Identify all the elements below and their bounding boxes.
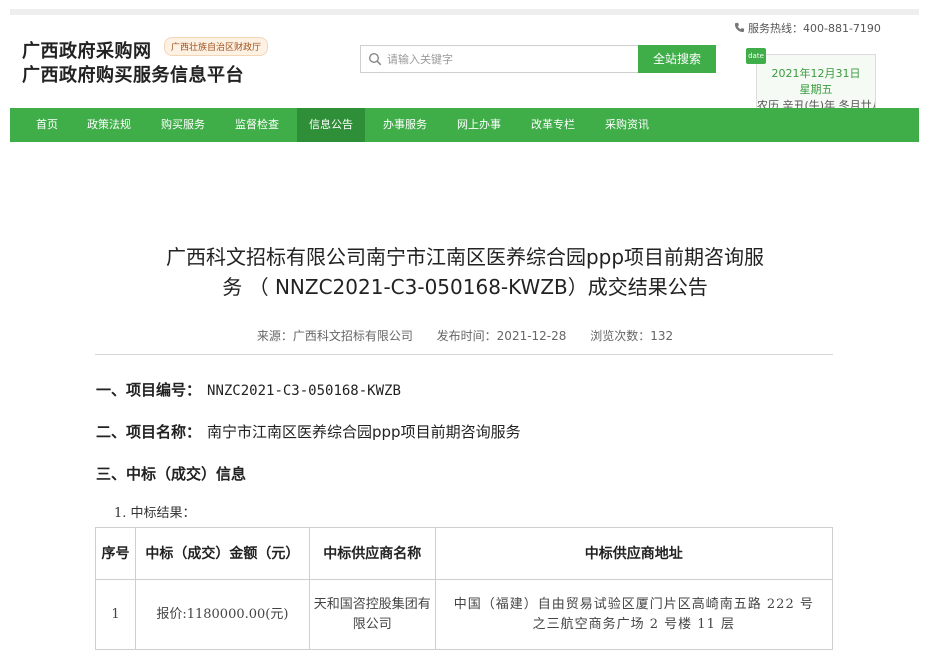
col-address: 中标供应商地址 [434, 527, 834, 580]
title-line-1: 广西科文招标有限公司南宁市江南区医养综合园ppp项目前期咨询服 [165, 245, 765, 269]
award-table: 序号 中标（成交）金额（元） 中标供应商名称 中标供应商地址 1 报价:1180… [95, 527, 834, 650]
hotline: 服务热线：400-881-7190 [734, 20, 881, 36]
project-number: NNZC2021-C3-050168-KWZB [207, 383, 401, 399]
cell-amount: 报价:1180000.00(元) [134, 579, 310, 650]
search-icon [368, 52, 382, 66]
article-source: 来源：广西科文招标有限公司 [256, 329, 413, 343]
col-index: 序号 [95, 527, 136, 580]
nav-item-announcements[interactable]: 信息公告 [297, 108, 365, 142]
date-weekday: 星期五 [799, 83, 833, 96]
nav-item-supervision[interactable]: 监督检查 [223, 108, 291, 142]
date-widget: 2021年12月31日 星期五 农历 辛丑(牛)年 冬月廿八 [756, 54, 876, 110]
main-nav: 首页 政策法规 购买服务 监督检查 信息公告 办事服务 网上办事 改革专栏 采购… [10, 108, 919, 142]
divider [95, 354, 833, 355]
col-amount: 中标（成交）金额（元） [134, 527, 310, 580]
publish-time: 发布时间：2021-12-28 [436, 329, 567, 343]
phone-icon [734, 22, 745, 33]
date-gregorian: 2021年12月31日 [771, 67, 861, 80]
article: 广西科文招标有限公司南宁市江南区医养综合园ppp项目前期咨询服 务 （ NNZC… [0, 142, 929, 672]
title-line-2: 务 （ NNZC2021-C3-050168-KWZB）成交结果公告 [222, 275, 708, 299]
nav-item-news[interactable]: 采购资讯 [593, 108, 661, 142]
search-input[interactable] [387, 46, 635, 72]
site-search-button[interactable]: 全站搜索 [638, 45, 716, 73]
view-count: 浏览次数：132 [590, 329, 674, 343]
section-award-info: 三、中标（成交）信息 [96, 463, 246, 484]
nav-item-online[interactable]: 网上办事 [445, 108, 513, 142]
dept-badge: 广西壮族自治区财政厅 [164, 37, 269, 56]
site-name[interactable]: 广西政府采购网 [22, 37, 152, 63]
section-label: 三、中标（成交）信息 [96, 465, 247, 483]
section-label: 一、项目编号： [96, 381, 202, 399]
calendar-icon: date [746, 48, 766, 64]
cell-address: 中国（福建）自由贸易试验区厦门片区高崎南五路 222 号之三航空商务广场 2 号… [434, 579, 834, 650]
nav-item-purchase-service[interactable]: 购买服务 [149, 108, 217, 142]
nav-item-reform[interactable]: 改革专栏 [519, 108, 587, 142]
table-row: 1 报价:1180000.00(元) 天和国咨控股集团有限公司 中国（福建）自由… [95, 579, 834, 650]
article-title: 广西科文招标有限公司南宁市江南区医养综合园ppp项目前期咨询服 务 （ NNZC… [100, 242, 830, 302]
nav-item-home[interactable]: 首页 [24, 108, 70, 142]
table-header-row: 序号 中标（成交）金额（元） 中标供应商名称 中标供应商地址 [95, 527, 834, 580]
section-project-number: 一、项目编号： NNZC2021-C3-050168-KWZB [96, 379, 401, 400]
subsection-award-result: 1. 中标结果： [114, 506, 196, 521]
project-name: 南宁市江南区医养综合园ppp项目前期咨询服务 [207, 423, 521, 441]
section-project-name: 二、项目名称： 南宁市江南区医养综合园ppp项目前期咨询服务 [96, 421, 521, 442]
nav-item-affairs[interactable]: 办事服务 [371, 108, 439, 142]
platform-name[interactable]: 广西政府购买服务信息平台 [22, 61, 244, 87]
article-meta: 来源：广西科文招标有限公司 发布时间：2021-12-28 浏览次数：132 [95, 327, 835, 344]
nav-item-policy[interactable]: 政策法规 [75, 108, 143, 142]
cell-index: 1 [95, 579, 136, 650]
search-box [360, 45, 638, 73]
site-header: 广西政府采购网 广西壮族自治区财政厅 广西政府购买服务信息平台 全站搜索 服务热… [10, 15, 919, 110]
hotline-text: 服务热线：400-881-7190 [748, 22, 881, 35]
section-label: 二、项目名称： [96, 423, 202, 441]
col-supplier: 中标供应商名称 [308, 527, 436, 580]
cell-supplier: 天和国咨控股集团有限公司 [308, 579, 436, 650]
